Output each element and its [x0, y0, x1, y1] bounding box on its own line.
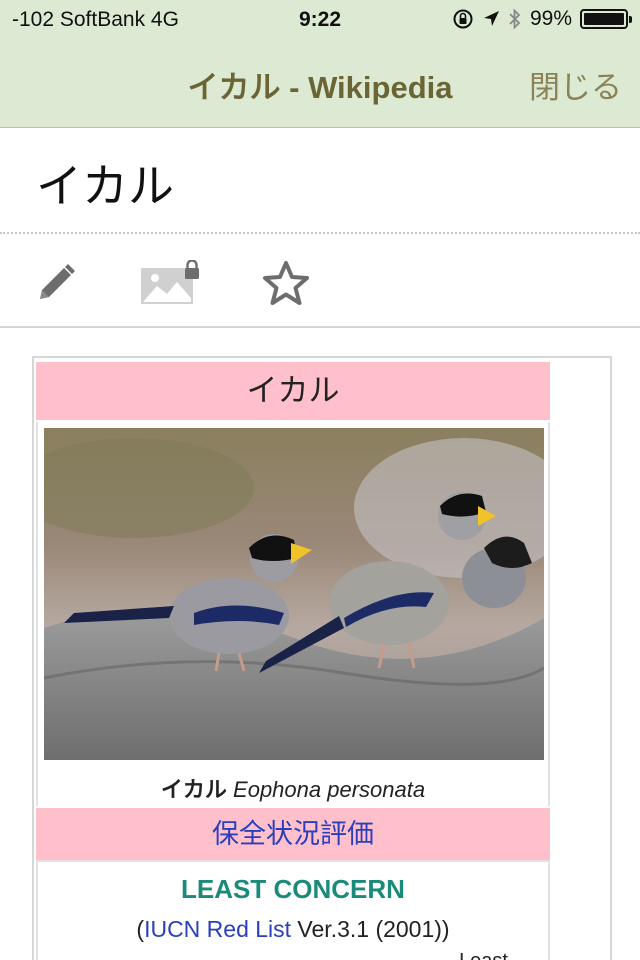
status-bar: -102 SoftBank 4G 9:22 99%	[0, 0, 640, 40]
page-title: イカル	[36, 159, 174, 213]
battery-percent: 99%	[529, 7, 572, 30]
article-toolbar	[0, 234, 640, 328]
app-header: -102 SoftBank 4G 9:22 99% イカル - Wikipedi…	[0, 0, 640, 128]
caption-japanese: イカル	[160, 777, 227, 802]
rotation-lock-icon	[452, 8, 474, 30]
battery-icon	[580, 9, 632, 29]
close-button[interactable]: 閉じる	[529, 62, 622, 107]
status-right: 99%	[452, 7, 632, 31]
iucn-line: (IUCN Red List Ver.3.1 (2001))	[136, 916, 450, 942]
infobox-title: イカル	[36, 362, 550, 420]
caption-latin: Eophona personata	[233, 777, 426, 802]
infobox: イカル イカル Eophona personata 保全状況評価 LEAST C…	[32, 356, 612, 960]
iucn-red-list-link[interactable]: IUCN Red List	[144, 916, 291, 942]
infobox-image-cell: イカル Eophona personata	[36, 422, 550, 806]
star-icon[interactable]	[258, 258, 314, 308]
bird-photo[interactable]	[44, 428, 544, 760]
conservation-status-body: LEAST CONCERN (IUCN Red List Ver.3.1 (20…	[36, 860, 550, 960]
infobox-table: イカル イカル Eophona personata 保全状況評価 LEAST C…	[36, 360, 550, 960]
location-icon	[482, 9, 500, 29]
image-lock-icon[interactable]	[138, 258, 202, 308]
truncated-text: Least	[459, 950, 508, 960]
bluetooth-icon	[508, 7, 522, 31]
conservation-status-link[interactable]: 保全状況評価	[36, 808, 550, 860]
photo-caption: イカル Eophona personata	[38, 772, 548, 804]
status-value: LEAST CONCERN	[181, 874, 405, 904]
pencil-icon[interactable]	[28, 258, 84, 308]
